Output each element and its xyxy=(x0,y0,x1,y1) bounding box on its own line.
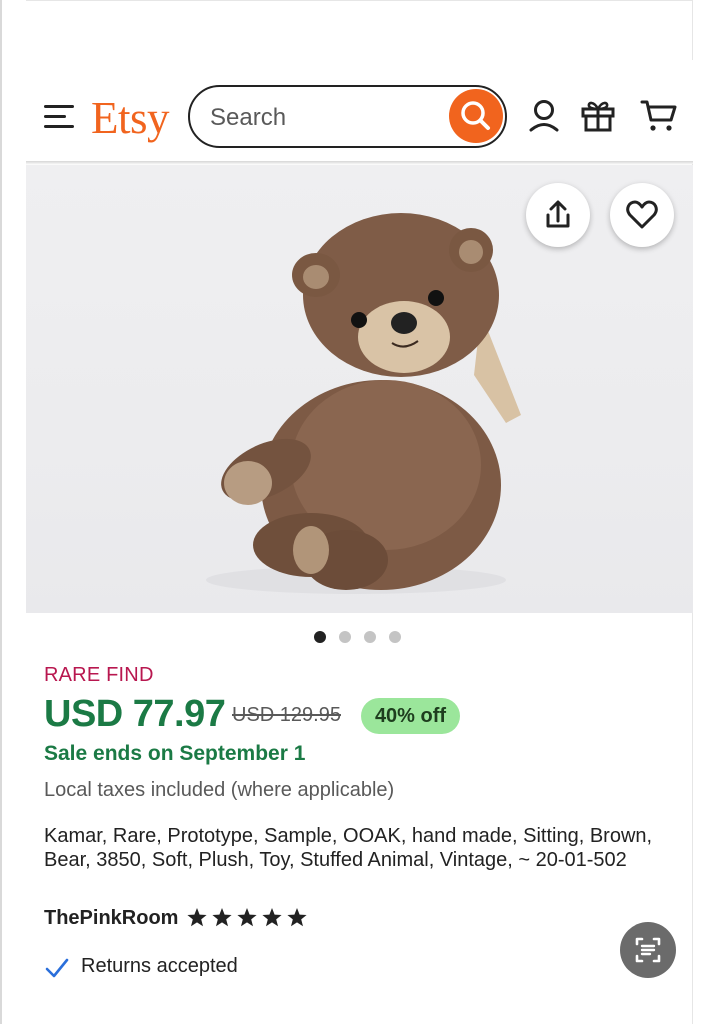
carousel-dot-3[interactable] xyxy=(364,631,376,643)
favorite-button[interactable] xyxy=(610,183,674,247)
account-icon xyxy=(529,100,559,132)
carousel-dot-2[interactable] xyxy=(339,631,351,643)
rare-find-label: RARE FIND xyxy=(44,664,154,686)
star-icon xyxy=(287,908,307,927)
search-input[interactable] xyxy=(208,100,442,136)
cart-button[interactable] xyxy=(640,98,678,139)
window-edge-top xyxy=(26,0,693,1)
star-icon xyxy=(212,908,232,927)
carousel-dot-4[interactable] xyxy=(389,631,401,643)
checkmark-icon xyxy=(45,957,69,984)
search-icon xyxy=(461,101,490,130)
scan-button[interactable] xyxy=(620,922,676,978)
discount-badge: 40% off xyxy=(361,698,460,734)
etsy-logo[interactable]: Etsy xyxy=(91,90,170,146)
cart-icon xyxy=(640,100,677,131)
scan-text-icon xyxy=(635,937,661,963)
returns-policy: Returns accepted xyxy=(81,955,238,977)
heart-icon xyxy=(626,200,658,229)
product-image[interactable] xyxy=(26,165,693,613)
window-edge-left xyxy=(0,0,2,1024)
listing-title: Kamar, Rare, Prototype, Sample, OOAK, ha… xyxy=(44,825,653,871)
account-button[interactable] xyxy=(527,99,561,140)
gift-button[interactable] xyxy=(580,97,616,138)
star-rating[interactable] xyxy=(187,906,307,937)
teddy-bear-image xyxy=(206,213,521,594)
share-button[interactable] xyxy=(526,183,590,247)
sale-price: USD 77.97 xyxy=(44,693,226,735)
original-price: USD 129.95 xyxy=(232,704,341,726)
tax-note: Local taxes included (where applicable) xyxy=(44,779,395,801)
star-icon xyxy=(237,908,257,927)
star-icon xyxy=(262,908,282,927)
share-icon xyxy=(546,200,570,228)
sale-end-date: Sale ends on September 1 xyxy=(44,742,306,765)
menu-icon[interactable] xyxy=(44,104,74,130)
star-icon xyxy=(187,908,207,927)
search-button[interactable] xyxy=(449,89,503,143)
shop-name-link[interactable]: ThePinkRoom xyxy=(44,907,178,930)
carousel-dot-1[interactable] xyxy=(314,631,326,643)
gift-icon xyxy=(581,101,615,132)
